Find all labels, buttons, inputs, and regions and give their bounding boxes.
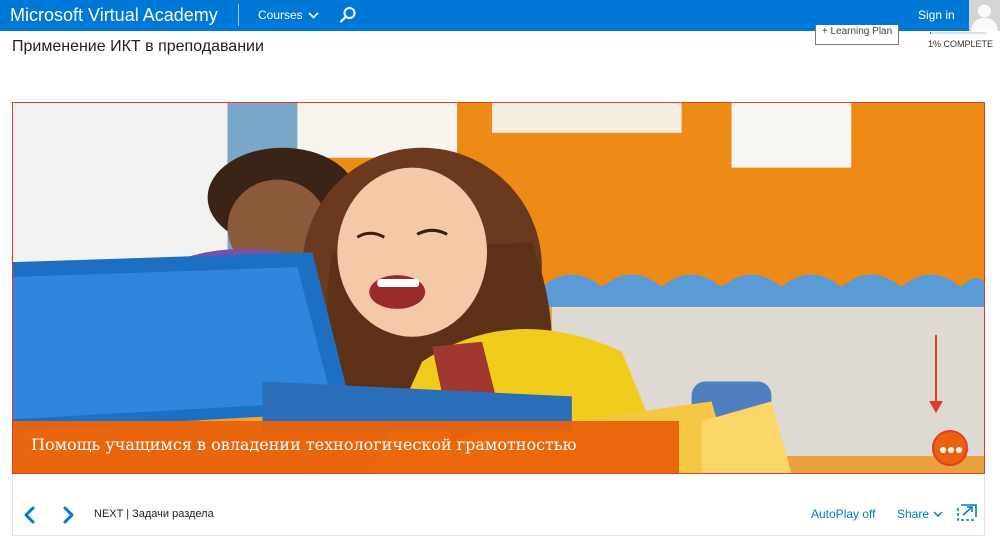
video-thumbnail-image (13, 103, 984, 473)
courses-label: Courses (258, 8, 303, 22)
more-dot-icon (948, 447, 954, 453)
annotation-arrow-line (935, 335, 937, 405)
progress-fill (930, 32, 931, 34)
fullscreen-icon[interactable] (956, 502, 978, 522)
courses-menu[interactable]: Courses (258, 8, 319, 23)
chevron-down-icon (308, 12, 319, 19)
previous-arrow-icon[interactable] (22, 506, 36, 524)
video-player[interactable]: Помощь учащимся в овладении технологичес… (12, 102, 985, 474)
player-controls-bar (12, 474, 985, 536)
more-options-button[interactable] (932, 430, 968, 466)
video-caption: Помощь учащимся в овладении технологичес… (31, 435, 577, 454)
nav-divider (238, 4, 239, 26)
video-caption-bar: Помощь учащимся в овладении технологичес… (13, 421, 679, 473)
next-section-label[interactable]: NEXT | Задачи раздела (94, 508, 214, 520)
chevron-down-icon (933, 510, 943, 517)
avatar[interactable] (969, 0, 1000, 31)
search-icon[interactable] (339, 6, 357, 24)
sign-in-link[interactable]: Sign in (918, 8, 955, 23)
user-avatar-icon (969, 0, 1000, 31)
annotation-arrow-head-icon (929, 401, 943, 413)
share-label: Share (897, 507, 930, 521)
progress-track (930, 32, 986, 34)
next-arrow-icon[interactable] (62, 506, 76, 524)
more-dot-icon (956, 447, 962, 453)
share-button[interactable]: Share (897, 507, 943, 521)
progress-label: 1% COMPLETE (928, 39, 994, 49)
progress-bar (930, 30, 986, 36)
learning-plan-button[interactable]: + Learning Plan (815, 25, 899, 45)
more-dot-icon (940, 447, 946, 453)
page-title: Применение ИКТ в преподавании (12, 38, 264, 55)
autoplay-toggle[interactable]: AutoPlay off (811, 507, 876, 521)
site-brand[interactable]: Microsoft Virtual Academy (10, 4, 218, 26)
